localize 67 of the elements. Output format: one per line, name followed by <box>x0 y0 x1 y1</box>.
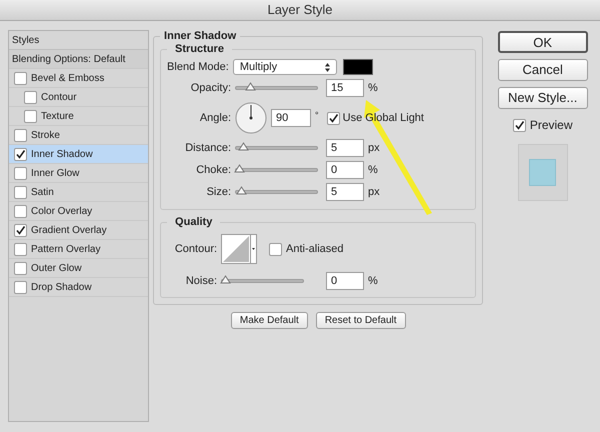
unit-label: % <box>368 162 378 178</box>
checkbox-label: Anti-aliased <box>286 242 344 257</box>
field-label: Angle: <box>198 110 232 126</box>
field-label: Contour: <box>174 242 218 257</box>
number-field[interactable]: 15 <box>326 79 364 97</box>
number-field[interactable]: 0 <box>326 272 364 290</box>
checkbox[interactable] <box>14 72 27 84</box>
slider-thumb[interactable] <box>220 275 232 284</box>
slider-thumb[interactable] <box>245 82 256 91</box>
checkbox[interactable] <box>14 148 27 160</box>
checkbox[interactable] <box>14 186 27 198</box>
unit-label: ° <box>315 109 319 122</box>
checkbox[interactable] <box>14 262 27 274</box>
unit-label: % <box>368 80 378 96</box>
style-list-item[interactable]: Color Overlay <box>9 202 148 221</box>
style-list-item[interactable]: Contour <box>9 88 148 107</box>
checkbox[interactable] <box>24 90 37 104</box>
field-label: Size: <box>206 184 232 200</box>
number-field[interactable]: 5 <box>326 183 364 201</box>
style-list-item[interactable]: Inner Glow <box>9 164 148 183</box>
preview-square <box>529 159 556 186</box>
style-list-item[interactable]: Inner Shadow <box>9 145 148 164</box>
checkbox[interactable] <box>269 242 282 256</box>
contour-picker[interactable] <box>221 234 258 264</box>
field-label: Opacity: <box>190 80 232 96</box>
style-list-item[interactable]: Blending Options: Default <box>9 50 148 69</box>
checkbox[interactable] <box>14 204 27 218</box>
checkbox[interactable] <box>14 128 27 142</box>
field-label: Noise: <box>184 274 218 289</box>
dialog-button[interactable]: New Style... <box>498 87 588 109</box>
style-list-item[interactable]: Texture <box>9 107 148 126</box>
dialog-button[interactable]: Make Default <box>230 312 308 329</box>
checkbox[interactable] <box>326 112 340 124</box>
field-label: Blend Mode: <box>167 60 230 75</box>
checkbox[interactable] <box>512 118 526 132</box>
window-title: Layer Style <box>267 1 333 20</box>
checkbox[interactable] <box>14 224 27 236</box>
unit-label: px <box>368 140 380 156</box>
slider-thumb[interactable] <box>238 142 249 151</box>
slider-thumb[interactable] <box>236 186 248 195</box>
angle-dial[interactable] <box>235 102 268 134</box>
checkbox-label: Preview <box>530 117 573 134</box>
style-list-item[interactable]: Outer Glow <box>9 259 148 278</box>
color-swatch[interactable] <box>342 59 373 75</box>
blend-mode-dropdown[interactable]: Multiply <box>232 59 337 75</box>
checkbox[interactable] <box>14 280 27 294</box>
unit-label: % <box>368 274 378 289</box>
dialog-button[interactable]: OK <box>498 31 588 53</box>
number-field[interactable]: 90 <box>271 109 312 127</box>
style-list-item[interactable]: Gradient Overlay <box>9 221 148 240</box>
dialog-button[interactable]: Cancel <box>498 59 588 81</box>
checkbox[interactable] <box>14 166 27 180</box>
checkbox[interactable] <box>24 110 37 122</box>
number-field[interactable]: 0 <box>326 161 364 179</box>
checkbox[interactable] <box>14 242 27 256</box>
field-label: Distance: <box>184 140 232 156</box>
unit-label: px <box>368 184 380 200</box>
slider-thumb[interactable] <box>234 164 246 173</box>
style-list-item[interactable]: Satin <box>9 183 148 202</box>
dialog-button[interactable]: Reset to Default <box>316 312 406 329</box>
stepper-icon <box>324 62 330 72</box>
style-list-item[interactable]: Drop Shadow <box>9 278 148 297</box>
style-list-item[interactable]: Pattern Overlay <box>9 240 148 259</box>
group-title: Quality <box>167 216 220 229</box>
field-label: Choke: <box>195 162 232 178</box>
number-field[interactable]: 5 <box>326 139 364 157</box>
style-list-item[interactable]: Bevel & Emboss <box>9 69 148 88</box>
